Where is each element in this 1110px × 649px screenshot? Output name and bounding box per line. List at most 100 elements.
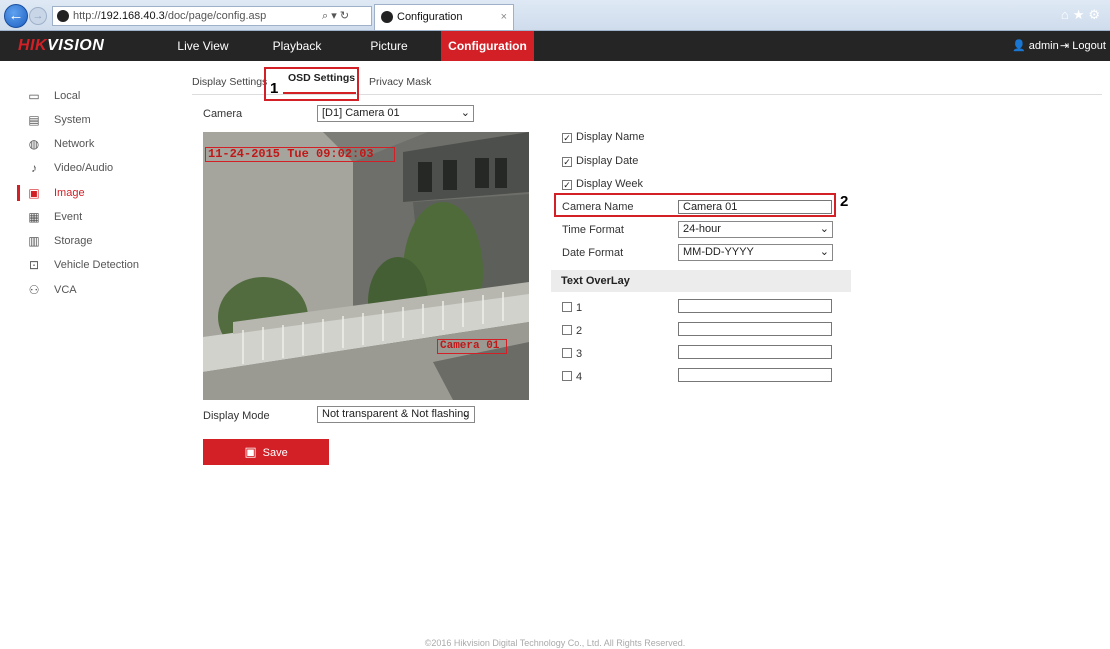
vehicle-detection-icon: ⊡ xyxy=(28,258,40,272)
site-icon xyxy=(57,10,69,22)
checkbox-checked-icon[interactable]: ✓ xyxy=(562,180,572,190)
sidebar-item-event[interactable]: ▦ Event xyxy=(0,206,180,228)
display-mode-select[interactable]: Not transparent & Not flashing ⌄ xyxy=(317,406,475,423)
logout-button[interactable]: ⇥ Logout xyxy=(1060,31,1106,61)
tab-display-settings[interactable]: Display Settings xyxy=(192,76,267,88)
sidebar: ▭ Local ▤ System ◍ Network ♪ Video/Audio ▣ Im… xyxy=(0,61,180,641)
forward-icon[interactable]: → xyxy=(29,7,47,25)
user-icon: 👤 xyxy=(1012,40,1026,52)
date-format-select[interactable]: MM-DD-YYYY ⌄ xyxy=(678,244,833,261)
sidebar-item-system[interactable]: ▤ System xyxy=(0,109,180,131)
chevron-down-icon: ⌄ xyxy=(461,408,471,420)
url-prefix: http:// xyxy=(73,10,101,22)
monitor-icon: ▭ xyxy=(28,89,40,103)
nav-picture[interactable]: Picture xyxy=(358,31,420,61)
username: admin xyxy=(1028,40,1059,52)
display-date-label: Display Date xyxy=(576,155,639,167)
osd-date-overlay[interactable]: 11-24-2015 Tue 09:02:03 xyxy=(205,147,395,162)
calendar-icon: ▦ xyxy=(28,210,40,224)
star-icon[interactable]: ★ xyxy=(1073,7,1089,22)
globe-icon: ◍ xyxy=(28,137,40,151)
camera-label: Camera xyxy=(203,108,243,120)
osd-name-overlay[interactable]: Camera 01 xyxy=(437,339,507,354)
text-overlay-header: Text OverLay xyxy=(551,270,851,292)
browser-icons: ⌂★⚙ xyxy=(1061,7,1104,23)
logout-icon: ⇥ xyxy=(1060,40,1070,52)
overlay-1-label: 1 xyxy=(576,302,583,314)
overlay-4-input[interactable] xyxy=(678,368,832,382)
dropdown-icon[interactable]: ▾ xyxy=(331,10,337,22)
overlay-4-label: 4 xyxy=(576,371,583,383)
camera-scene xyxy=(203,132,529,400)
sidebar-item-storage[interactable]: ▥ Storage xyxy=(0,230,180,252)
back-icon[interactable]: ← xyxy=(4,4,28,28)
browser-tab[interactable]: Configuration × xyxy=(374,4,514,30)
chevron-down-icon: ⌄ xyxy=(460,107,470,119)
display-name-label: Display Name xyxy=(576,131,645,143)
camera-name-input[interactable]: Camera 01 xyxy=(678,200,832,214)
sidebar-item-vca[interactable]: ⚇ VCA xyxy=(0,279,180,301)
checkbox-icon[interactable] xyxy=(562,302,572,312)
display-week-checkbox[interactable]: ✓ Display Week xyxy=(562,178,643,190)
overlay-2-input[interactable] xyxy=(678,322,832,336)
checkbox-checked-icon[interactable]: ✓ xyxy=(562,133,572,143)
time-format-label: Time Format xyxy=(562,224,624,236)
sidebar-item-video-audio[interactable]: ♪ Video/Audio xyxy=(0,157,180,179)
storage-icon: ▥ xyxy=(28,234,40,248)
video-preview xyxy=(203,132,529,400)
nav-playback[interactable]: Playback xyxy=(266,31,328,61)
hikvision-logo: HIKVISION xyxy=(18,37,104,55)
system-icon: ▤ xyxy=(28,113,40,127)
sidebar-item-label: Event xyxy=(54,211,83,223)
camera-select-value: [D1] Camera 01 xyxy=(322,107,400,119)
search-icon[interactable]: ⌕ xyxy=(322,10,328,22)
browser-toolbar: ← → http://192.168.40.3/doc/page/config.… xyxy=(0,0,1110,31)
overlay-3-label: 3 xyxy=(576,348,583,360)
tab-privacy-mask[interactable]: Privacy Mask xyxy=(369,76,431,88)
video-audio-icon: ♪ xyxy=(31,161,37,175)
logo-suffix: VISION xyxy=(47,37,105,54)
user-menu[interactable]: 👤 admin xyxy=(1012,31,1059,61)
overlay-1-checkbox[interactable]: 1 xyxy=(562,302,582,314)
save-button[interactable]: ▣ Save xyxy=(203,439,329,465)
close-icon[interactable]: × xyxy=(501,5,507,29)
display-mode-value: Not transparent & Not flashing xyxy=(322,408,470,420)
display-week-label: Display Week xyxy=(576,178,644,190)
checkbox-icon[interactable] xyxy=(562,371,572,381)
chevron-down-icon: ⌄ xyxy=(819,246,829,258)
overlay-1-input[interactable] xyxy=(678,299,832,313)
sidebar-item-local[interactable]: ▭ Local xyxy=(0,85,180,107)
logo-prefix: HIK xyxy=(18,37,48,54)
display-date-checkbox[interactable]: ✓ Display Date xyxy=(562,155,638,167)
sidebar-item-label: VCA xyxy=(54,284,77,296)
sidebar-item-label: Video/Audio xyxy=(54,162,114,174)
url-path: /doc/page/config.asp xyxy=(164,10,267,22)
sidebar-item-vehicle-detection[interactable]: ⊡ Vehicle Detection xyxy=(0,254,180,276)
refresh-icon[interactable]: ↻ xyxy=(340,10,349,22)
nav-configuration[interactable]: Configuration xyxy=(441,31,534,61)
overlay-3-input[interactable] xyxy=(678,345,832,359)
sidebar-item-label: Storage xyxy=(54,235,93,247)
camera-name-label: Camera Name xyxy=(562,201,634,213)
checkbox-icon[interactable] xyxy=(562,325,572,335)
camera-select[interactable]: [D1] Camera 01 ⌄ xyxy=(317,105,474,122)
overlay-3-checkbox[interactable]: 3 xyxy=(562,348,582,360)
home-icon[interactable]: ⌂ xyxy=(1061,7,1073,22)
gear-icon[interactable]: ⚙ xyxy=(1088,7,1104,22)
annotation-number-1: 1 xyxy=(270,80,279,97)
sidebar-item-image[interactable]: ▣ Image xyxy=(0,182,180,204)
address-tools[interactable]: ⌕ ▾ ↻ xyxy=(316,6,372,26)
display-name-checkbox[interactable]: ✓ Display Name xyxy=(562,131,644,143)
date-format-label: Date Format xyxy=(562,247,624,259)
time-format-select[interactable]: 24-hour ⌄ xyxy=(678,221,833,238)
overlay-2-checkbox[interactable]: 2 xyxy=(562,325,582,337)
save-icon: ▣ xyxy=(244,444,257,459)
date-format-value: MM-DD-YYYY xyxy=(683,246,754,258)
overlay-4-checkbox[interactable]: 4 xyxy=(562,371,582,383)
overlay-2-label: 2 xyxy=(576,325,583,337)
sidebar-item-network[interactable]: ◍ Network xyxy=(0,133,180,155)
checkbox-checked-icon[interactable]: ✓ xyxy=(562,157,572,167)
nav-live-view[interactable]: Live View xyxy=(172,31,234,61)
url-host: 192.168.40.3 xyxy=(100,10,165,22)
checkbox-icon[interactable] xyxy=(562,348,572,358)
